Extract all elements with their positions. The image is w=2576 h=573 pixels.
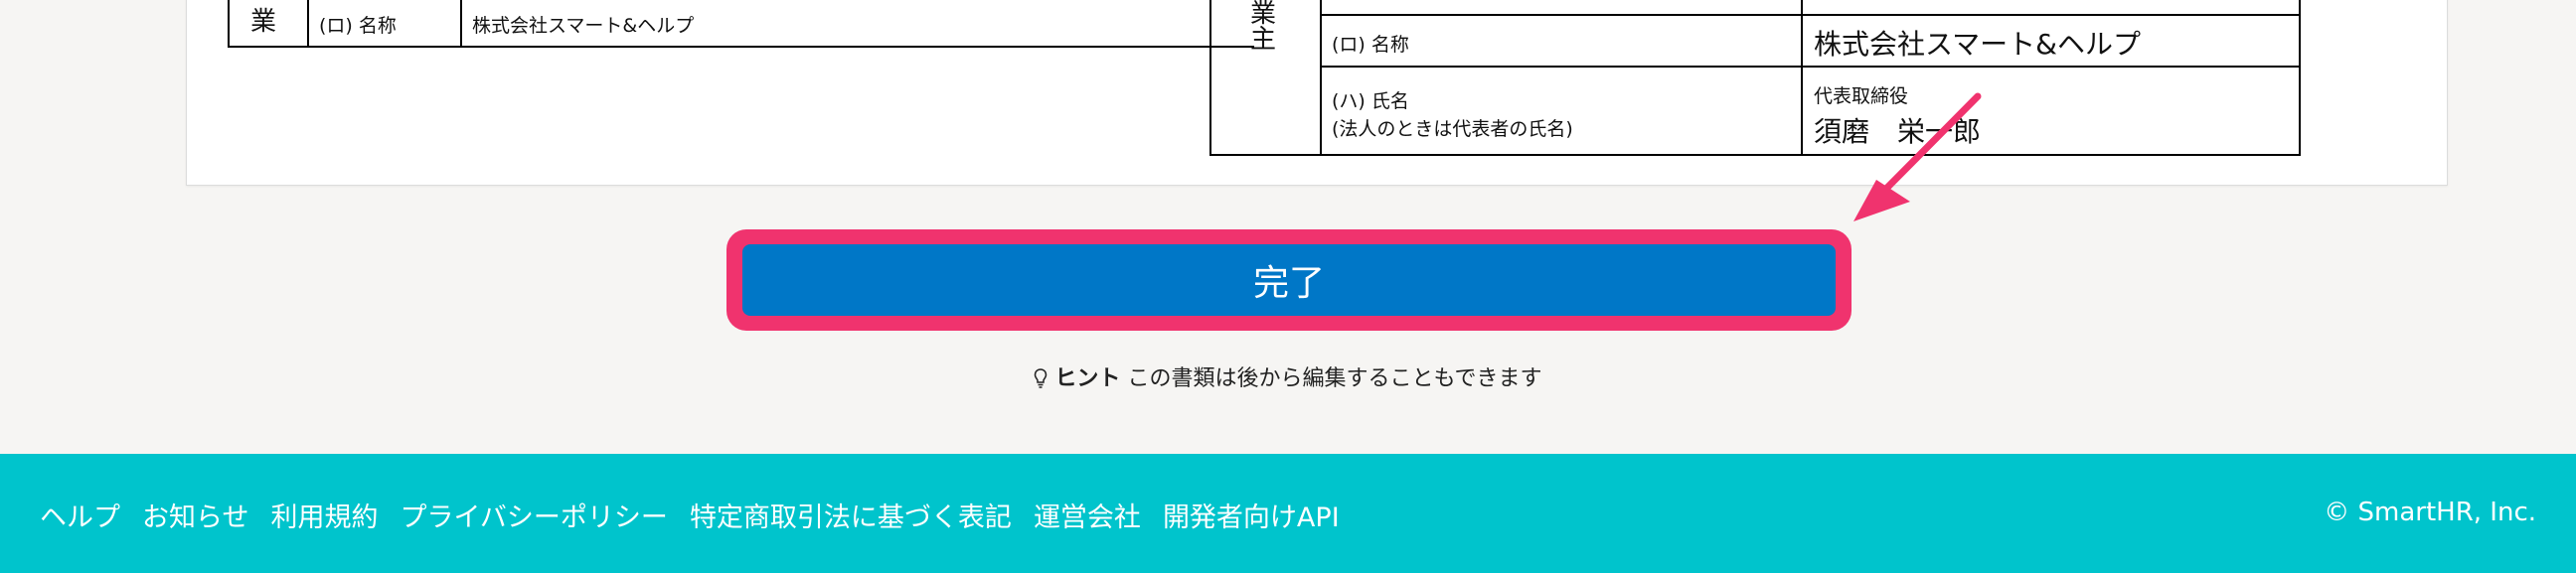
table-border [1801, 0, 1803, 156]
lightbulb-icon [1034, 366, 1054, 391]
hint-message: この書類は後から編集することもできます [1127, 366, 1542, 391]
submit-highlight-frame: 完了 [726, 229, 1852, 331]
table-border [228, 46, 1254, 48]
footer-link-terms[interactable]: 利用規約 [270, 496, 378, 534]
document-preview: 業 (ロ) 名称 株式会社スマート&ヘルプ 業 主 (ロ) 名称 株式会社スマー… [186, 0, 2448, 186]
table-border [1320, 14, 2301, 16]
footer-link-news[interactable]: お知らせ [142, 496, 248, 534]
arrow-icon [1853, 92, 1982, 221]
footer-link-privacy[interactable]: プライバシーポリシー [400, 496, 667, 534]
table-border [228, 0, 230, 48]
table-border [460, 0, 462, 48]
right-table-person-sublabel: (法人のときは代表者の氏名) [1332, 118, 1573, 140]
footer-link-developer-api[interactable]: 開発者向けAPI [1163, 496, 1340, 534]
table-border [1320, 0, 1322, 156]
hint-label: ヒント [1054, 366, 1121, 391]
left-table-row-value: 株式会社スマート&ヘルプ [472, 15, 695, 37]
hint-text: ヒント この書類は後から編集することもできます [0, 360, 2576, 392]
table-border [1209, 0, 1211, 156]
right-table-name-label: (ロ) 名称 [1332, 34, 1409, 56]
copyright: © SmartHR, Inc. [2324, 498, 2536, 527]
right-table-person-label: (ハ) 氏名 [1332, 90, 1409, 112]
footer-link-tokushoho[interactable]: 特定商取引法に基づく表記 [690, 496, 1012, 534]
table-border [2299, 0, 2301, 156]
complete-button[interactable]: 完了 [742, 244, 1836, 316]
left-table-row-label: (ロ) 名称 [319, 15, 397, 37]
table-border [1320, 66, 2301, 68]
right-table-name-value: 株式会社スマート&ヘルプ [1814, 28, 2141, 61]
left-table-side-char: 業 [250, 7, 277, 37]
footer-link-company[interactable]: 運営会社 [1034, 496, 1141, 534]
footer-links: ヘルプ お知らせ 利用規約 プライバシーポリシー 特定商取引法に基づく表記 運営… [40, 496, 1340, 534]
right-table-side-char-bottom: 主 [1250, 25, 1277, 55]
footer-link-help[interactable]: ヘルプ [40, 496, 120, 534]
footer: ヘルプ お知らせ 利用規約 プライバシーポリシー 特定商取引法に基づく表記 運営… [0, 454, 2576, 573]
table-border [1209, 154, 2301, 156]
table-border [307, 0, 309, 48]
